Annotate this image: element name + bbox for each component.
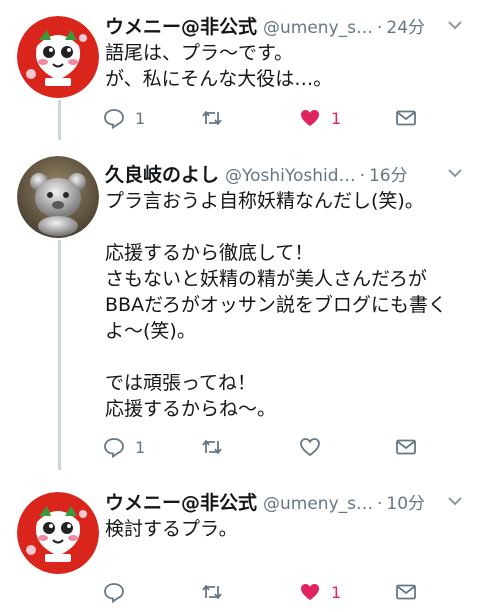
tweet[interactable]: ウメニー@非公式 @umeny_s… · 24分 語尾は、プラ〜です。 が、私に…: [0, 0, 480, 140]
avatar[interactable]: [17, 492, 99, 574]
display-name[interactable]: ウメニー@非公式: [105, 12, 257, 39]
chevron-down-icon[interactable]: [446, 492, 464, 510]
display-name[interactable]: 久良岐のよし: [105, 160, 219, 187]
reply-count: 1: [135, 437, 146, 457]
chevron-down-icon[interactable]: [446, 164, 464, 182]
avatar[interactable]: [17, 156, 99, 238]
tweet[interactable]: 久良岐のよし @YoshiYoshid… · 16分 プラ言おうよ自称妖精なんだ…: [0, 150, 480, 470]
tweet-header: ウメニー@非公式 @umeny_s… · 10分: [105, 488, 470, 516]
tweet-header: 久良岐のよし @YoshiYoshid… · 16分: [105, 160, 470, 188]
retweet-button[interactable]: [201, 106, 233, 130]
retweet-arrows-icon: [202, 585, 222, 599]
retweet-button[interactable]: [201, 435, 233, 459]
like-button[interactable]: [299, 435, 331, 459]
tweet-actions: 1: [103, 580, 433, 608]
tweet-text: プラ言おうよ自称妖精なんだし(笑)。 応援するから徹底して！ さもないと妖精の精…: [105, 190, 447, 420]
retweet-button[interactable]: [201, 580, 233, 604]
like-count: 1: [331, 108, 342, 128]
chevron-down-icon[interactable]: [446, 16, 464, 34]
timestamp[interactable]: 24分: [386, 13, 425, 38]
teddy-bear-avatar-icon: [17, 156, 99, 238]
separator-dot: ·: [359, 166, 365, 186]
tweet-actions: 1: [103, 435, 433, 463]
mascot-avatar-icon: [17, 492, 99, 574]
reply-button[interactable]: 1: [103, 435, 145, 459]
heart-icon: [300, 438, 320, 457]
retweet-arrows-icon: [202, 111, 222, 125]
tweet-text: 検討するプラ。: [105, 518, 238, 540]
tweet-actions: 1 1: [103, 106, 433, 134]
like-button[interactable]: 1: [299, 580, 341, 604]
separator-dot: ·: [377, 494, 383, 514]
speech-bubble-icon: [104, 438, 124, 458]
mascot-avatar-icon: [17, 16, 99, 98]
avatar[interactable]: [17, 16, 99, 98]
handle[interactable]: @YoshiYoshid…: [225, 166, 356, 186]
direct-message-button[interactable]: [395, 580, 417, 604]
reply-button[interactable]: 1: [103, 106, 145, 130]
direct-message-button[interactable]: [395, 106, 417, 130]
timestamp[interactable]: 16分: [369, 161, 408, 186]
separator-dot: ·: [377, 18, 383, 38]
handle[interactable]: @umeny_s…: [263, 18, 373, 38]
speech-bubble-icon: [104, 109, 124, 129]
heart-icon: [301, 110, 319, 126]
like-count: 1: [331, 582, 342, 602]
display-name[interactable]: ウメニー@非公式: [105, 488, 257, 515]
tweet-text: 語尾は、プラ〜です。 が、私にそんな大役は…。: [105, 42, 333, 90]
handle[interactable]: @umeny_s…: [263, 494, 373, 514]
retweet-arrows-icon: [202, 440, 222, 454]
speech-bubble-icon: [104, 583, 124, 603]
tweet[interactable]: ウメニー@非公式 @umeny_s… · 10分 検討するプラ。 1: [0, 478, 480, 612]
envelope-icon: [396, 584, 416, 600]
tweet-header: ウメニー@非公式 @umeny_s… · 24分: [105, 12, 470, 40]
reply-button[interactable]: [103, 580, 135, 604]
direct-message-button[interactable]: [395, 435, 417, 459]
heart-icon: [301, 584, 319, 600]
envelope-icon: [396, 110, 416, 126]
timestamp[interactable]: 10分: [386, 489, 425, 514]
like-button[interactable]: 1: [299, 106, 341, 130]
envelope-icon: [396, 439, 416, 455]
reply-count: 1: [135, 108, 146, 128]
